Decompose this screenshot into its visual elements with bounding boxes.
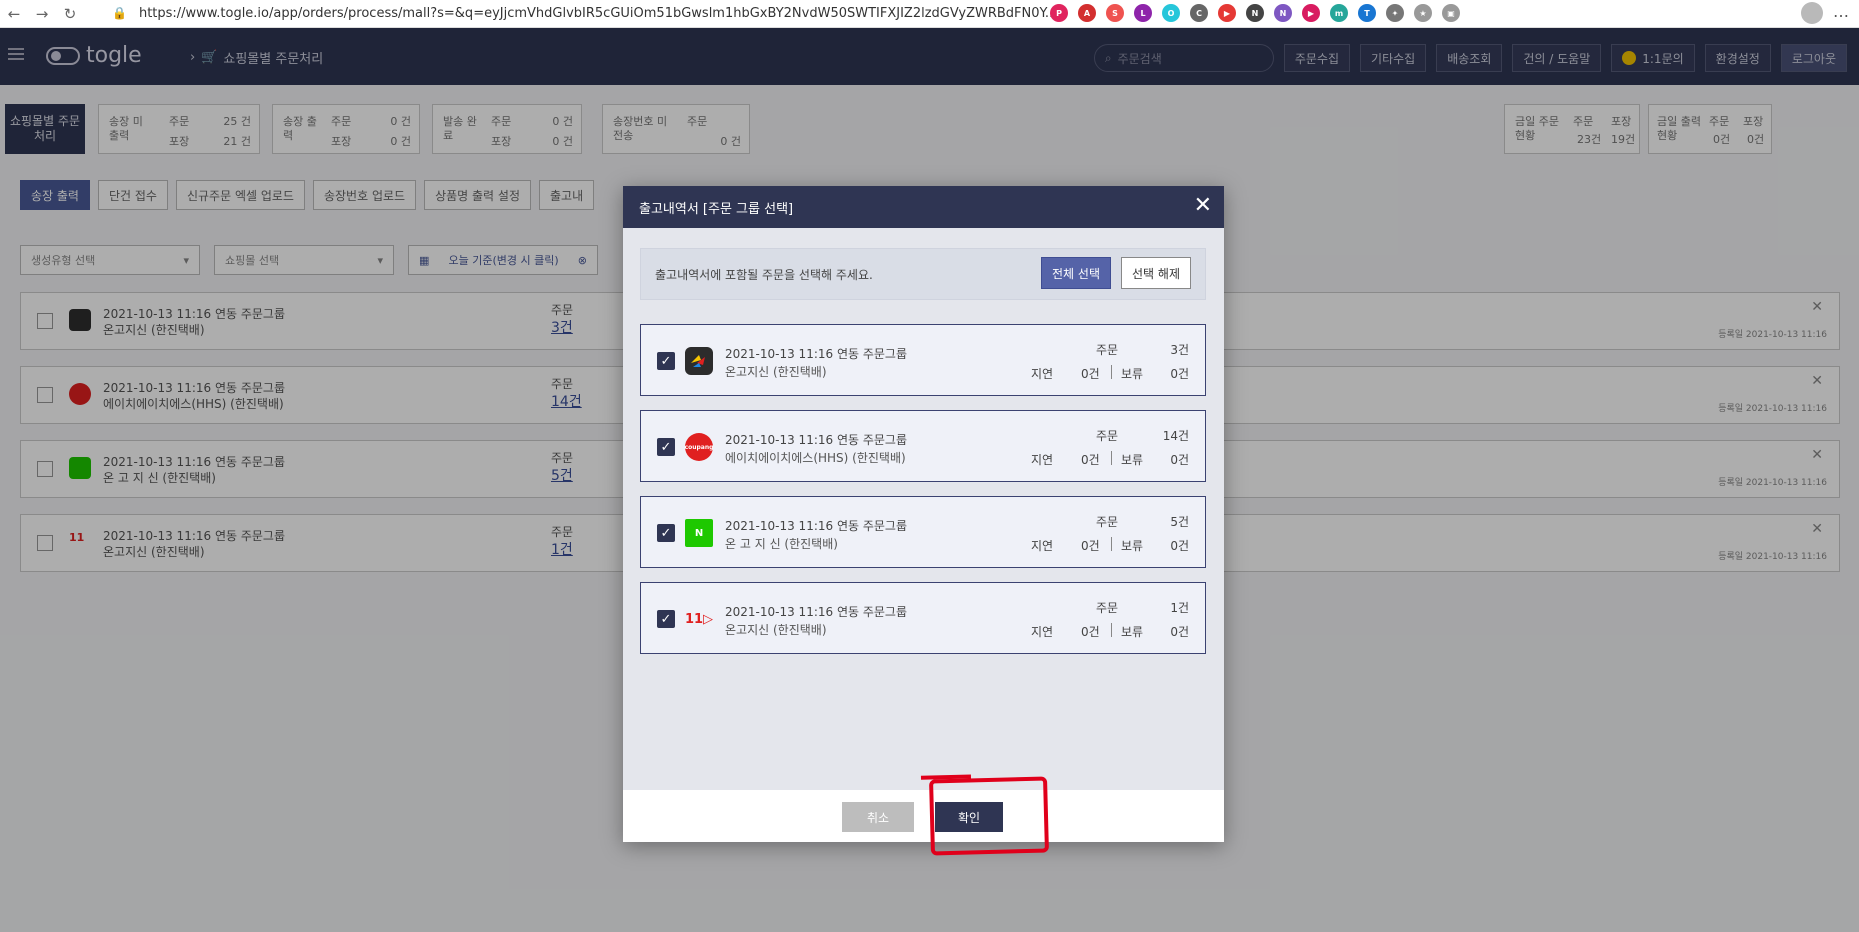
group-carrier: 온고지신 (한진택배) [725, 623, 827, 637]
deselect-button[interactable]: 선택 해제 [1121, 257, 1191, 289]
url-text: https://www.togle.io/app/orders/process/… [138, 5, 1058, 21]
onenote-icon[interactable]: O [1162, 4, 1180, 22]
divider [1111, 451, 1112, 465]
pinterest-icon[interactable]: P [1050, 4, 1068, 22]
hold-value: 0건 [1170, 367, 1189, 381]
order-group-item[interactable]: ✓ N 2021-10-13 11:16 연동 주문그룹 온 고 지 신 (한진… [640, 496, 1206, 568]
group-carrier: 온 고 지 신 (한진택배) [725, 537, 838, 551]
delay-label: 지연 [1031, 625, 1054, 639]
11st-logo-text: 11 [684, 611, 704, 627]
hold-value: 0건 [1170, 453, 1189, 467]
group-carrier: 온고지신 (한진택배) [725, 365, 827, 379]
delay-value: 0건 [1081, 453, 1100, 467]
order-label: 주문 [1096, 515, 1119, 529]
modal-header: 출고내역서 [주문 그룹 선택] ✕ [623, 186, 1224, 228]
annotation-highlight [929, 776, 1049, 856]
hold-value: 0건 [1170, 625, 1189, 639]
gmarket-logo-graphic [691, 355, 705, 367]
hold-value: 0건 [1170, 539, 1189, 553]
close-icon[interactable]: ✕ [1194, 194, 1212, 218]
divider [1111, 623, 1112, 637]
puzzle-icon[interactable]: ✦ [1386, 4, 1404, 22]
delay-value: 0건 [1081, 625, 1100, 639]
modal-footer: 취소 확인 [623, 790, 1224, 842]
group-date: 2021-10-13 11:16 연동 주문그룹 [725, 433, 908, 447]
delay-label: 지연 [1031, 367, 1054, 381]
order-value: 1건 [1170, 601, 1189, 615]
checkbox-checked[interactable]: ✓ [657, 524, 675, 542]
checkbox-checked[interactable]: ✓ [657, 352, 675, 370]
more-icon[interactable]: … [1833, 2, 1849, 21]
youtube-icon[interactable]: ▶ [1218, 4, 1236, 22]
order-group-item[interactable]: ✓ coupang 2021-10-13 11:16 연동 주문그룹 에이치에이… [640, 410, 1206, 482]
instruction-text: 출고내역서에 포함될 주문을 선택해 주세요. [655, 267, 873, 282]
delay-value: 0건 [1081, 367, 1100, 381]
delay-label: 지연 [1031, 539, 1054, 553]
order-group-item[interactable]: ✓ 2021-10-13 11:16 연동 주문그룹 온고지신 (한진택배) 주… [640, 324, 1206, 396]
order-value: 5건 [1170, 515, 1189, 529]
group-carrier: 에이치에이치에스(HHS) (한진택배) [725, 451, 906, 465]
order-value: 14건 [1162, 429, 1189, 443]
checkbox-checked[interactable]: ✓ [657, 610, 675, 628]
order-group-select-modal: 출고내역서 [주문 그룹 선택] ✕ 출고내역서에 포함될 주문을 선택해 주세… [623, 186, 1224, 842]
address-bar[interactable]: 🔒 https://www.togle.io/app/orders/proces… [112, 2, 1132, 24]
delay-value: 0건 [1081, 539, 1100, 553]
extension-icon[interactable]: L [1134, 4, 1152, 22]
hold-label: 보류 [1121, 367, 1144, 381]
order-label: 주문 [1096, 601, 1119, 615]
naver-logo-icon: N [685, 519, 713, 547]
back-arrow-icon[interactable]: ← [0, 0, 28, 28]
adblock-icon[interactable]: A [1078, 4, 1096, 22]
order-label: 주문 [1096, 343, 1119, 357]
cancel-button[interactable]: 취소 [842, 802, 914, 832]
order-group-item[interactable]: ✓ 11 ▷ 2021-10-13 11:16 연동 주문그룹 온고지신 (한진… [640, 582, 1206, 654]
forward-arrow-icon[interactable]: → [28, 0, 56, 28]
profile-avatar[interactable] [1801, 2, 1823, 24]
group-date: 2021-10-13 11:16 연동 주문그룹 [725, 605, 908, 619]
camera-icon[interactable]: C [1190, 4, 1208, 22]
browser-toolbar: ← → ↻ 🔒 https://www.togle.io/app/orders/… [0, 0, 1859, 28]
arrow-shape: ▷ [703, 611, 714, 627]
divider [1111, 537, 1112, 551]
gmarket-logo-icon [685, 347, 713, 375]
notion-icon[interactable]: N [1246, 4, 1264, 22]
order-label: 주문 [1096, 429, 1119, 443]
order-value: 3건 [1170, 343, 1189, 357]
trello-icon[interactable]: T [1358, 4, 1376, 22]
checkbox-checked[interactable]: ✓ [657, 438, 675, 456]
coupang-logo-icon: coupang [685, 433, 713, 461]
modal-title: 출고내역서 [주문 그룹 선택] [639, 201, 794, 217]
11st-logo-icon: 11 ▷ [685, 605, 713, 633]
collections-icon[interactable]: ▣ [1442, 4, 1460, 22]
hold-label: 보류 [1121, 539, 1144, 553]
group-date: 2021-10-13 11:16 연동 주문그룹 [725, 519, 908, 533]
hold-label: 보류 [1121, 453, 1144, 467]
instruction-bar: 출고내역서에 포함될 주문을 선택해 주세요. 전체 선택 선택 해제 [640, 248, 1206, 300]
shield-icon[interactable]: S [1106, 4, 1124, 22]
select-all-button[interactable]: 전체 선택 [1041, 257, 1111, 289]
onenote-clip-icon[interactable]: N [1274, 4, 1292, 22]
m-icon[interactable]: m [1330, 4, 1348, 22]
group-date: 2021-10-13 11:16 연동 주문그룹 [725, 347, 908, 361]
favorites-icon[interactable]: ★ [1414, 4, 1432, 22]
extension-icons: P A S L O C ▶ N N ▶ m T ✦ ★ ▣ [1050, 2, 1460, 24]
divider [1111, 365, 1112, 379]
modal-body: 출고내역서에 포함될 주문을 선택해 주세요. 전체 선택 선택 해제 ✓ 20… [623, 228, 1224, 790]
lock-icon: 🔒 [112, 6, 127, 20]
reload-icon[interactable]: ↻ [56, 0, 84, 28]
hold-label: 보류 [1121, 625, 1144, 639]
play-icon[interactable]: ▶ [1302, 4, 1320, 22]
delay-label: 지연 [1031, 453, 1054, 467]
